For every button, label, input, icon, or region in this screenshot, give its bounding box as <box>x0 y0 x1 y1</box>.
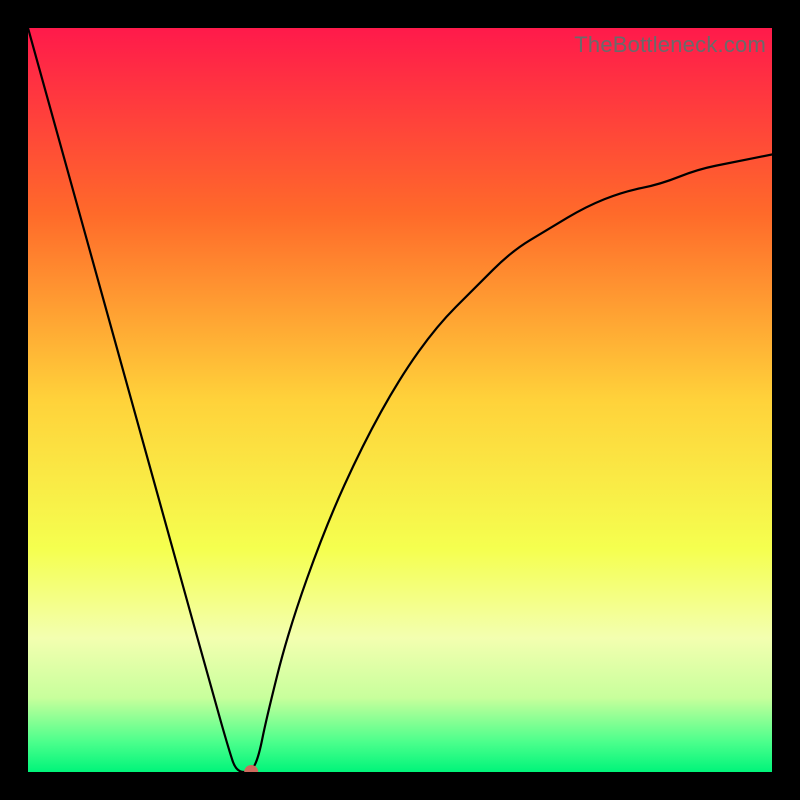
watermark-text: TheBottleneck.com <box>574 32 766 58</box>
chart-svg <box>28 28 772 772</box>
chart-frame: TheBottleneck.com <box>0 0 800 800</box>
plot-area: TheBottleneck.com <box>28 28 772 772</box>
gradient-background <box>28 28 772 772</box>
